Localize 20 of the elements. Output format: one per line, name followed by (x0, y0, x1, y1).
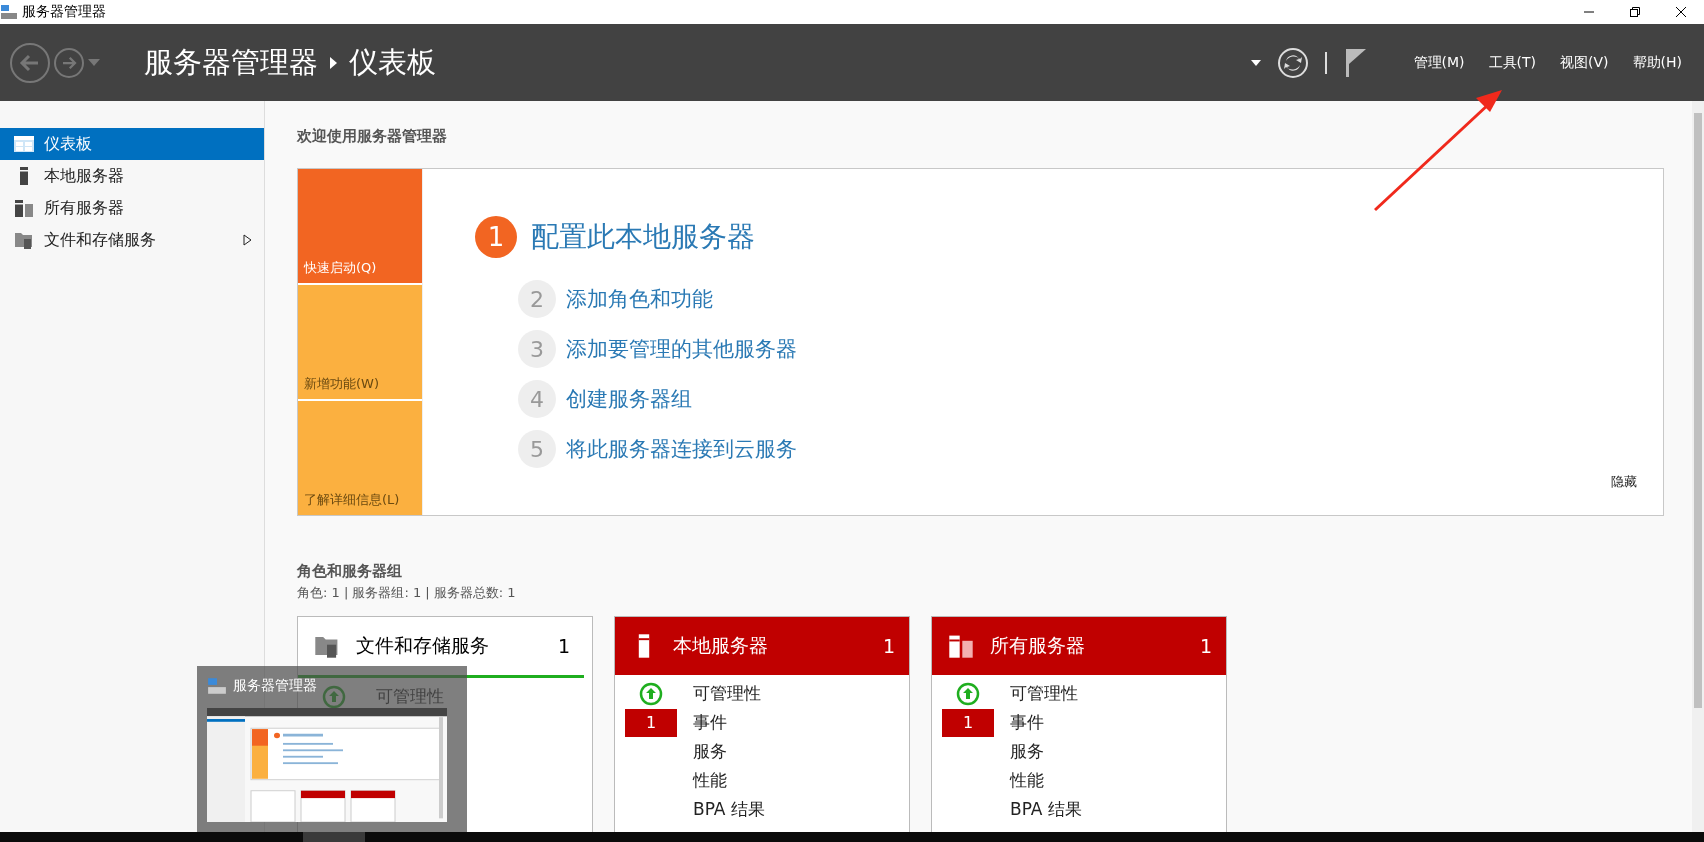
event-count-badge: 1 (625, 708, 677, 737)
step-number: 4 (518, 380, 556, 418)
window-title: 服务器管理器 (22, 3, 106, 21)
breadcrumb-item: 服务器管理器 (144, 43, 318, 81)
step-number: 2 (518, 280, 556, 318)
section-title: 欢迎使用服务器管理器 (297, 127, 448, 146)
section-title: 角色和服务器组 (297, 562, 403, 581)
step-number: 1 (475, 215, 517, 258)
tile-title: 所有服务器 (990, 633, 1086, 658)
step-number: 3 (518, 330, 556, 368)
tile-count: 1 (882, 635, 895, 657)
tile-title: 本地服务器 (673, 633, 769, 658)
tile-count: 1 (1199, 635, 1212, 657)
tile-count: 1 (557, 635, 570, 657)
preview-title: 服务器管理器 (233, 677, 317, 695)
step-number: 5 (518, 430, 556, 468)
roles-summary: 角色: 1 | 服务器组: 1 | 服务器总数: 1 (297, 584, 517, 602)
breadcrumb-item: 仪表板 (349, 43, 436, 81)
tile-title: 文件和存储服务 (356, 633, 490, 658)
event-count-badge: 1 (942, 708, 994, 737)
